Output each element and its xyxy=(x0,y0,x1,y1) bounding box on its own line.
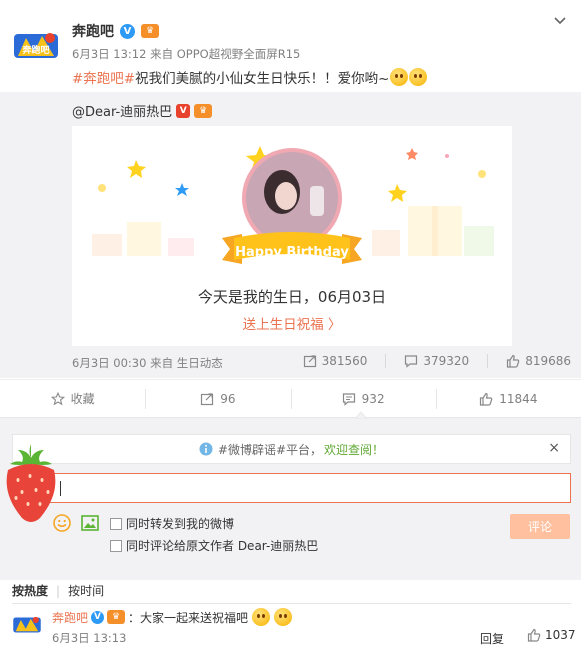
sort-tabs: 按热度 | 按时间 xyxy=(12,582,105,599)
emoji-picker-icon[interactable] xyxy=(53,514,71,532)
comment-to-author-checkbox[interactable]: 同时评论给原文作者 Dear-迪丽热巴 xyxy=(110,537,318,554)
post-meta: 6月3日 13:12 来自 OPPO超视野全面屏R15 xyxy=(72,47,301,61)
comment-like-button[interactable]: 1037 xyxy=(527,628,576,642)
repost-button[interactable]: 96 xyxy=(145,380,290,417)
action-bar: 收藏 96 932 11844 xyxy=(0,379,581,418)
birthday-wish-link[interactable]: 送上生日祝福 〉 xyxy=(72,313,512,333)
post-text: #奔跑吧# 祝我们美腻的小仙女生日快乐！！爱你哟~ xyxy=(72,67,428,87)
comment-avatar[interactable] xyxy=(12,610,42,640)
like-button[interactable]: 11844 xyxy=(435,380,581,417)
thumbs-up-icon xyxy=(480,392,493,406)
repost-author-name[interactable]: @Dear-迪丽热巴 xyxy=(72,101,172,120)
repost-icon xyxy=(303,355,316,368)
comment-icon xyxy=(342,392,355,406)
active-tab-caret-icon xyxy=(355,411,367,419)
notice-text: #微博辟谣#平台， xyxy=(217,442,323,457)
notice-link[interactable]: 欢迎查阅！ xyxy=(324,441,384,458)
birthday-card[interactable]: Happy Birthday 今天是我的生日，06月03日 送上生日祝福 〉 xyxy=(72,126,512,346)
star-icon xyxy=(50,391,65,405)
reply-link[interactable]: 回复 xyxy=(480,630,504,647)
favorite-button[interactable]: 收藏 xyxy=(0,380,145,417)
submit-comment-button[interactable]: 评论 xyxy=(510,514,570,539)
grin-emoji-icon xyxy=(252,608,271,626)
svg-text:Happy Birthday: Happy Birthday xyxy=(235,245,349,260)
comment-author[interactable]: 奔跑吧 xyxy=(52,609,88,626)
author-name[interactable]: 奔跑吧 xyxy=(72,21,114,41)
svg-text:奔跑吧: 奔跑吧 xyxy=(21,44,49,56)
chevron-down-icon[interactable] xyxy=(553,14,567,28)
thumbs-up-icon xyxy=(507,354,520,368)
repost-count[interactable]: 381560 xyxy=(303,354,367,368)
repost-to-my-weibo-checkbox[interactable]: 同时转发到我的微博 xyxy=(110,515,234,532)
kiss-emoji-icon xyxy=(390,68,409,86)
author-avatar[interactable]: 奔跑吧 xyxy=(12,22,60,70)
kiss-emoji-icon xyxy=(409,68,428,86)
verified-icon: V xyxy=(91,610,105,624)
comment-time: 6月3日 13:13 xyxy=(52,631,127,645)
verified-red-icon: V xyxy=(176,103,191,118)
post-author: 奔跑吧 V ♛ xyxy=(72,21,159,41)
rumor-notice: #微博辟谣#平台， 欢迎查阅！ xyxy=(12,434,571,464)
like-count[interactable]: 819686 xyxy=(506,354,571,368)
comment-input[interactable] xyxy=(12,473,571,503)
vip-icon: ♛ xyxy=(141,24,159,38)
repost-meta: 6月3日 00:30 来自 生日动态 xyxy=(72,356,223,370)
sort-by-time[interactable]: 按时间 xyxy=(68,582,104,599)
repost-icon xyxy=(201,392,214,405)
comment-line: 奔跑吧 V ♛ ：大家一起来送祝福吧 xyxy=(52,608,293,626)
card-title: 今天是我的生日，06月03日 xyxy=(197,288,387,306)
comment-count[interactable]: 379320 xyxy=(404,354,469,368)
sort-by-hot[interactable]: 按热度 xyxy=(12,582,48,599)
image-upload-icon[interactable] xyxy=(81,515,99,531)
hashtag-link[interactable]: #奔跑吧# xyxy=(72,67,135,87)
repost-stats: 381560 379320 819686 xyxy=(303,354,571,368)
thumbs-up-icon xyxy=(527,628,541,642)
repost-author: @Dear-迪丽热巴 V ♛ xyxy=(72,101,213,120)
show-logo-icon xyxy=(13,616,41,633)
divider xyxy=(12,603,571,604)
grin-emoji-icon xyxy=(274,608,293,626)
vip-icon: ♛ xyxy=(194,103,213,118)
post-body: 祝我们美腻的小仙女生日快乐！！爱你哟~ xyxy=(135,71,390,87)
checkbox-box[interactable] xyxy=(110,517,122,530)
checkbox-box[interactable] xyxy=(110,539,122,552)
comment-icon xyxy=(405,355,418,368)
info-icon xyxy=(199,442,213,456)
close-icon[interactable]: × xyxy=(548,440,560,456)
show-logo-icon: 奔跑吧 xyxy=(14,33,58,58)
comment-text: ：大家一起来送祝福吧 xyxy=(128,610,249,625)
verified-icon: V xyxy=(120,23,135,39)
vip-icon: ♛ xyxy=(107,610,126,624)
